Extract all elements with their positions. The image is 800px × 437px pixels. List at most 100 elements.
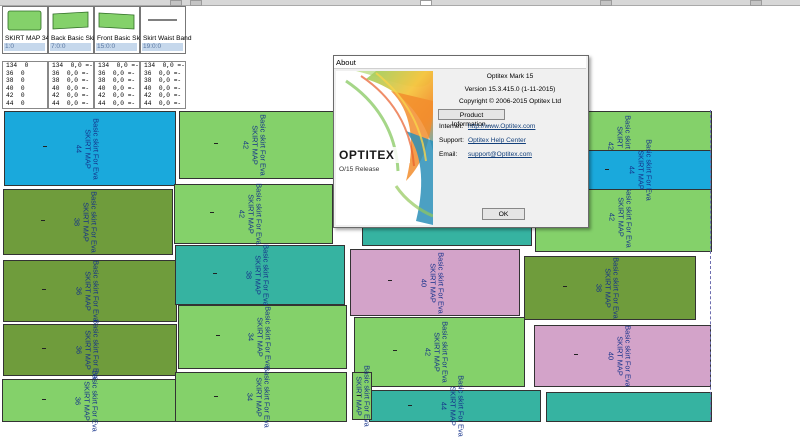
palette-piece-value[interactable]: 7:0:0 [50, 43, 91, 51]
sizes-table: 134 0 36 0 38 0 40 0 42 0 44 0 134 0,0 =… [0, 61, 188, 109]
marker-piece[interactable] [546, 392, 712, 422]
piece-label-size: 38 [244, 270, 254, 280]
piece-thumbnail [148, 19, 177, 21]
piece-label-size: 34 [246, 332, 256, 342]
piece-label-map: SKIRT MAP [252, 255, 262, 295]
piece-label: Basic skirt For Eva SKIRT MAP 44 [628, 139, 654, 201]
piece-label: Basic skirt For Eva SKIRT MAP [353, 365, 371, 427]
piece-label-prefix: Basic skirt For Eva [263, 306, 273, 368]
marker-piece[interactable] [362, 226, 532, 246]
marker-piece[interactable]: Basic skirt For Eva SKIRT MAP 44 [574, 139, 712, 201]
palette-piece-skirt-map-34[interactable]: SKIRT MAP 34 1:0 [2, 6, 50, 54]
marker-piece[interactable]: Basic skirt For Eva SKIRT MAP 36 [3, 260, 177, 322]
marker-piece[interactable]: Basic skirt For Eva SKIRT MAP 44 [4, 111, 176, 186]
palette-piece-value[interactable]: 15:0:0 [96, 43, 137, 51]
size-cell: 44 0 [6, 99, 25, 107]
size-cell: 36 0,0 =- [144, 69, 182, 77]
notch-mark [41, 220, 45, 221]
marker-piece[interactable]: Basic skirt For Eva SKIRT MAP 38 [3, 189, 173, 255]
piece-label: Basic skirt For Eva SKIRT MAP 40 [606, 325, 633, 387]
piece-label-prefix: Basic skirt For Eva [644, 139, 654, 201]
piece-label-size: 42 [241, 140, 251, 150]
notch-mark [214, 396, 218, 397]
product-name: Optitex Mark 15 [486, 73, 534, 80]
notch-mark [43, 146, 47, 147]
piece-label-map: SKIRT MAP [432, 332, 442, 372]
notch-mark [393, 350, 397, 351]
palette-piece-value[interactable]: 19:0:0 [142, 43, 183, 51]
marker-piece[interactable]: Basic skirt For Eva SKIRT MAP 40 [534, 325, 711, 387]
size-cell: 40 0,0 =- [52, 84, 90, 92]
marker-piece[interactable]: Basic skirt For Eva SKIRT MAP 38 [175, 244, 345, 306]
palette-piece-name: SKIRT MAP 34 [5, 35, 50, 42]
palette-piece-name: Back Basic Skirt [51, 35, 99, 42]
notch-mark [42, 348, 46, 349]
marker-piece[interactable]: Basic skirt For Eva SKIRT MAP 42 [174, 183, 333, 245]
sizes-column[interactable]: 134 0 36 0 38 0 40 0 42 0 44 0 [2, 61, 48, 109]
notch-mark [214, 143, 218, 144]
pieces-palette: SKIRT MAP 34 1:0 Back Basic Skirt 7:0:0 … [0, 6, 192, 54]
notch-mark [357, 395, 361, 396]
marker-piece[interactable]: Basic skirt For Eva SKIRT MAP 34 [175, 366, 347, 428]
ok-button[interactable]: OK [482, 208, 525, 220]
piece-label-size: 42 [607, 212, 617, 222]
marker-piece[interactable]: Basic skirt For Eva SKIRT MAP 40 [350, 249, 520, 316]
palette-piece-back-basic-skirt[interactable]: Back Basic Skirt 7:0:0 [48, 6, 99, 54]
notch-mark [563, 286, 567, 287]
about-dialog: About OPTITEX O/15 Release Optitex Mark … [333, 55, 589, 228]
piece-label-size: 44 [628, 165, 638, 175]
size-cell: 36 0,0 =- [52, 69, 90, 77]
piece-label-size: 36 [73, 396, 83, 405]
piece-label: Basic skirt For Eva SKIRT MAP 44 [74, 118, 100, 180]
piece-label-size: 40 [606, 351, 616, 361]
piece-label: Basic skirt For Eva SKIRT MAP 42 [238, 183, 264, 245]
size-cell: 40 0,0 =- [144, 84, 182, 92]
size-cell: 42 0 [6, 92, 25, 99]
toolbar-button[interactable] [750, 0, 762, 6]
size-cell: 38 0,0 =- [144, 77, 182, 84]
marker-piece[interactable]: Basic skirt For Eva SKIRT MAP 34 [178, 305, 347, 369]
piece-label: Basic skirt For Eva SKIRT MAP 44 [439, 375, 465, 437]
palette-piece-front-basic-skirt[interactable]: Front Basic Skirt 15:0:0 [94, 6, 145, 54]
release-text: O/15 Release [339, 166, 380, 173]
notch-mark [388, 280, 392, 281]
product-information-button[interactable]: Product Information... [438, 109, 505, 128]
palette-piece-skirt-waist-band[interactable]: Skirt Waist Band 19:0:0 [140, 6, 192, 54]
palette-piece-name: Skirt Waist Band [143, 35, 192, 42]
piece-label: Basic skirt For Eva SKIRT MAP 36 [74, 260, 100, 322]
notch-mark [42, 289, 46, 290]
piece-label-map: SKIRT MAP [602, 268, 612, 308]
toolbar-field[interactable] [420, 0, 432, 6]
piece-label: Basic skirt For Eva SKIRT MAP 40 [419, 252, 445, 314]
notch-mark [408, 405, 412, 406]
piece-label-map: SKIRT MAP [253, 377, 263, 417]
notch-mark [210, 212, 214, 213]
marker-piece[interactable]: Basic skirt For Eva SKIRT MAP 44 [369, 375, 541, 437]
support-link[interactable]: Optitex Help Center [468, 137, 526, 144]
piece-label-size: 40 [419, 278, 429, 287]
piece-label-map: SKIRT MAP [447, 386, 457, 426]
marker-piece[interactable]: Basic skirt For Eva SKIRT MAP [352, 365, 372, 427]
marker-piece[interactable]: Basic skirt For Eva SKIRT MAP 36 [3, 319, 177, 381]
toolbar-button[interactable] [600, 0, 612, 6]
size-cell: 42 0,0 =- [144, 92, 182, 99]
marker-piece[interactable]: Basic skirt For Eva SKIRT MAP 42 [179, 111, 335, 179]
piece-label: Basic skirt For Eva SKIRT MAP 34 [246, 306, 273, 368]
palette-piece-value[interactable]: 1:0 [4, 43, 45, 51]
email-link[interactable]: support@Optitex.com [468, 151, 532, 158]
notch-mark [574, 354, 578, 355]
marker-piece[interactable]: Basic skirt For Eva SKIRT MAP 38 [524, 256, 696, 320]
piece-label-size: 36 [74, 286, 84, 296]
internet-link[interactable]: http://www.Optitex.com [468, 123, 535, 130]
marker-piece[interactable]: Basic skirt For Eva SKIRT MAP 36 [2, 370, 177, 431]
size-cell: 134 0 [6, 62, 29, 69]
size-cell: 40 0,0 =- [98, 84, 136, 92]
sizes-column[interactable]: 134 0,0 =- 36 0,0 =- 38 0,0 =- 40 0,0 =-… [94, 61, 140, 109]
sizes-column[interactable]: 134 0,0 =- 36 0,0 =- 38 0,0 =- 40 0,0 =-… [140, 61, 186, 109]
piece-label-size: 42 [423, 347, 433, 357]
sizes-column[interactable]: 134 0,0 =- 36 0,0 =- 38 0,0 =- 40 0,0 =-… [48, 61, 94, 109]
notch-mark [216, 335, 220, 336]
toolbar-button[interactable] [190, 0, 202, 6]
piece-label: Basic skirt For Eva SKIRT MAP 42 [423, 321, 450, 383]
piece-label-size: 38 [72, 217, 82, 227]
